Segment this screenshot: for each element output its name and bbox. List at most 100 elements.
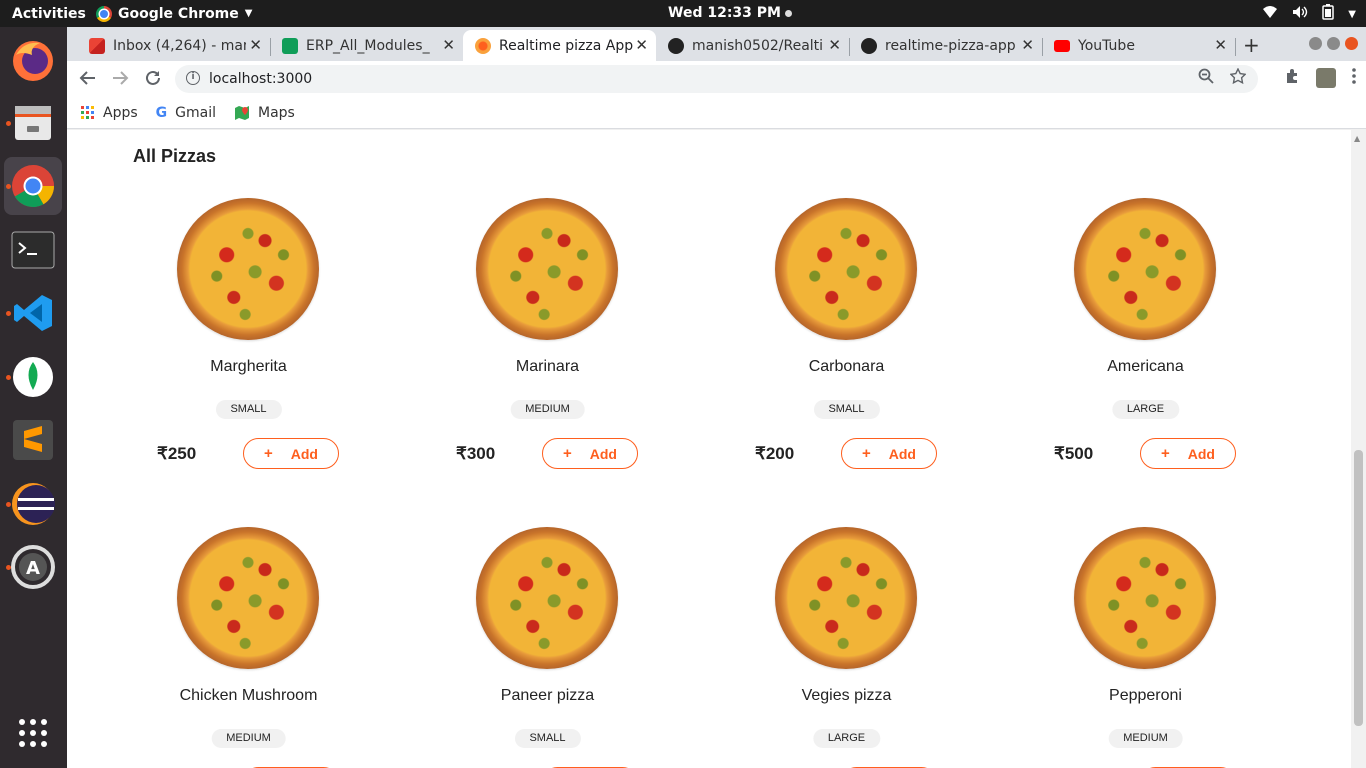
bookmark-gmail[interactable]: G Gmail [156, 105, 216, 121]
new-tab-button[interactable]: + [1243, 33, 1260, 57]
tab-github-realtime[interactable]: realtime-pizza-app ✕ [849, 30, 1042, 61]
chevron-down-icon: ▼ [244, 8, 253, 19]
files-launcher[interactable] [4, 94, 62, 152]
size-badge: SMALL [813, 400, 880, 419]
close-icon[interactable]: ✕ [1214, 36, 1227, 54]
arrow-right-icon [113, 71, 129, 85]
firefox-launcher[interactable] [4, 31, 62, 89]
add-to-cart-button[interactable]: + Add [243, 438, 339, 469]
eclipse-launcher[interactable] [4, 475, 62, 533]
size-badge: SMALL [215, 400, 282, 419]
pizza-grid: Margherita SMALL ₹250 + Add Marinara MEDI… [99, 190, 1295, 768]
show-applications-button[interactable] [4, 704, 62, 762]
system-top-bar: Activities Google Chrome ▼ Wed 12:33 PM … [0, 0, 1366, 27]
clock-label: Wed 12:33 PM [668, 5, 781, 21]
system-tray[interactable]: ▼ [1262, 4, 1356, 24]
tab-realtime-pizza[interactable]: Realtime pizza App ✕ [463, 30, 656, 61]
clock[interactable]: Wed 12:33 PM [668, 5, 792, 21]
mongodb-compass-launcher[interactable] [4, 348, 62, 406]
tab-github-manish[interactable]: manish0502/Realti ✕ [656, 30, 849, 61]
size-badge: MEDIUM [211, 729, 286, 748]
tab-title: Realtime pizza App [499, 37, 634, 54]
add-label: Add [1187, 445, 1215, 462]
close-window-icon[interactable] [1345, 37, 1358, 50]
chrome-launcher[interactable] [4, 157, 62, 215]
pizza-image [177, 198, 319, 340]
apps-grid-icon [19, 719, 47, 747]
bookmark-star-icon[interactable] [1229, 67, 1247, 88]
reload-button[interactable] [144, 69, 162, 92]
profile-avatar[interactable] [1316, 68, 1336, 88]
files-icon [15, 106, 51, 140]
running-indicator [6, 375, 11, 380]
maximize-icon[interactable] [1327, 37, 1340, 50]
omnibox-actions [1198, 67, 1247, 88]
more-options-icon[interactable] [1352, 68, 1356, 88]
app-menu[interactable]: Google Chrome ▼ [96, 5, 253, 22]
pizza-card: Pepperoni MEDIUM +Add [996, 519, 1295, 768]
pizza-price: ₹200 [755, 444, 795, 463]
bookmark-maps[interactable]: Maps [234, 105, 295, 121]
youtube-icon [1054, 39, 1070, 52]
sublime-text-launcher[interactable] [4, 411, 62, 469]
minimize-icon[interactable] [1309, 37, 1322, 50]
tab-title: Inbox (4,264) - man [113, 37, 246, 54]
pizza-price: ₹250 [157, 444, 197, 463]
vscode-launcher[interactable] [4, 284, 62, 342]
app-menu-label: Google Chrome [118, 5, 239, 22]
site-info-icon[interactable]: i [186, 71, 200, 85]
terminal-launcher[interactable] [4, 221, 62, 279]
wifi-icon [1262, 5, 1278, 23]
arrow-left-icon [79, 71, 95, 85]
tab-erp[interactable]: ERP_All_Modules_ ✕ [270, 30, 463, 61]
pizza-card: Carbonara SMALL ₹200 + Add [697, 190, 996, 470]
add-label: Add [888, 445, 916, 462]
activities-button[interactable]: Activities [0, 6, 96, 22]
add-to-cart-button[interactable]: + Add [542, 438, 638, 469]
tab-youtube[interactable]: YouTube ✕ [1042, 30, 1235, 61]
tab-divider [1235, 38, 1236, 56]
notification-dot-icon [784, 9, 792, 17]
scrollbar-thumb[interactable] [1354, 450, 1363, 726]
terminal-icon [11, 231, 55, 269]
bookmark-apps[interactable]: Apps [81, 105, 138, 121]
tab-strip: Inbox (4,264) - man ✕ ERP_All_Modules_ ✕… [67, 27, 1366, 61]
running-indicator [6, 565, 11, 570]
github-icon [668, 37, 684, 54]
updater-icon: A [11, 545, 55, 589]
forward-button[interactable] [111, 69, 129, 92]
bookmark-label: Maps [258, 104, 295, 121]
firefox-icon [13, 41, 53, 81]
dock: A [0, 27, 67, 768]
pizza-icon [475, 37, 491, 54]
add-to-cart-button[interactable]: + Add [841, 438, 937, 469]
software-updater-launcher[interactable]: A [4, 538, 62, 596]
vertical-scrollbar[interactable]: ▲ [1351, 130, 1366, 768]
pizza-card: Marinara MEDIUM ₹300 + Add [398, 190, 697, 470]
pizza-card: Americana LARGE ₹500 + Add [996, 190, 1295, 470]
pizza-price: ₹500 [1054, 444, 1094, 463]
eclipse-icon [12, 483, 55, 525]
tab-gmail[interactable]: Inbox (4,264) - man ✕ [77, 30, 270, 61]
pizza-image [1074, 198, 1216, 340]
address-bar[interactable]: i localhost:3000 [175, 65, 1258, 93]
page-viewport[interactable]: All Pizzas Margherita SMALL ₹250 + Add Ma… [67, 130, 1366, 768]
plus-icon: + [862, 445, 871, 462]
zoom-icon[interactable] [1198, 68, 1214, 88]
plus-icon: + [1161, 445, 1170, 462]
running-indicator [6, 121, 11, 126]
apps-grid-icon [81, 105, 95, 120]
back-button[interactable] [79, 69, 97, 92]
close-icon[interactable]: ✕ [828, 36, 841, 54]
vscode-icon [14, 295, 52, 331]
add-to-cart-button[interactable]: + Add [1140, 438, 1236, 469]
pizza-name: Pepperoni [1109, 687, 1182, 704]
chrome-icon [12, 165, 55, 208]
browser-toolbar: i localhost:3000 [67, 61, 1366, 97]
close-icon[interactable]: ✕ [635, 36, 648, 54]
close-icon[interactable]: ✕ [1021, 36, 1034, 54]
close-icon[interactable]: ✕ [442, 36, 455, 54]
scroll-up-icon[interactable]: ▲ [1354, 134, 1360, 143]
close-icon[interactable]: ✕ [249, 36, 262, 54]
extensions-icon[interactable] [1284, 68, 1300, 88]
